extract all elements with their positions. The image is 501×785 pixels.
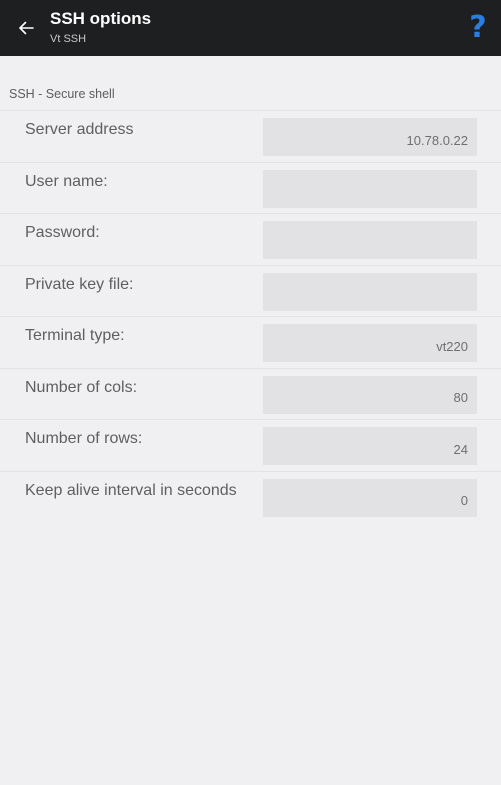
private-key-file-field[interactable]: [263, 272, 477, 311]
section-header: SSH - Secure shell: [9, 87, 115, 101]
arrow-left-icon: [19, 21, 34, 35]
setting-row-number-of-cols: Number of cols:: [0, 369, 501, 420]
setting-label: Server address: [25, 121, 134, 138]
number-of-rows-field[interactable]: [263, 427, 477, 465]
question-mark-icon: ?: [469, 10, 487, 45]
app-bar: SSH options Vt SSH ?: [0, 0, 501, 56]
setting-label: User name:: [25, 172, 108, 190]
password-field[interactable]: [263, 221, 477, 259]
user-name-field[interactable]: [263, 169, 477, 208]
setting-row-password: Password:: [0, 214, 501, 266]
setting-row-user-name: User name:: [0, 163, 501, 214]
page-subtitle: Vt SSH: [50, 33, 87, 45]
setting-label: Number of cols:: [25, 378, 138, 396]
back-button[interactable]: [12, 14, 40, 42]
setting-row-terminal-type: Terminal type:: [0, 317, 501, 369]
setting-row-private-key-file: Private key file:: [0, 266, 501, 317]
page-title: SSH options: [50, 9, 152, 28]
help-button[interactable]: ?: [463, 10, 493, 46]
setting-label: Keep alive interval in seconds: [25, 481, 237, 499]
settings-list: Server address User name: Password: Priv…: [0, 111, 501, 523]
setting-label: Terminal type:: [25, 327, 125, 344]
setting-row-keep-alive-interval: Keep alive interval in seconds: [0, 472, 501, 524]
number-of-cols-field[interactable]: [263, 375, 477, 414]
server-address-field[interactable]: [263, 118, 477, 156]
setting-label: Password:: [25, 224, 100, 241]
setting-row-server-address: Server address: [0, 111, 501, 163]
setting-label: Number of rows:: [25, 430, 143, 447]
setting-label: Private key file:: [25, 275, 134, 293]
terminal-type-field[interactable]: [263, 324, 477, 362]
keep-alive-interval-field[interactable]: [263, 478, 477, 517]
setting-row-number-of-rows: Number of rows:: [0, 420, 501, 472]
